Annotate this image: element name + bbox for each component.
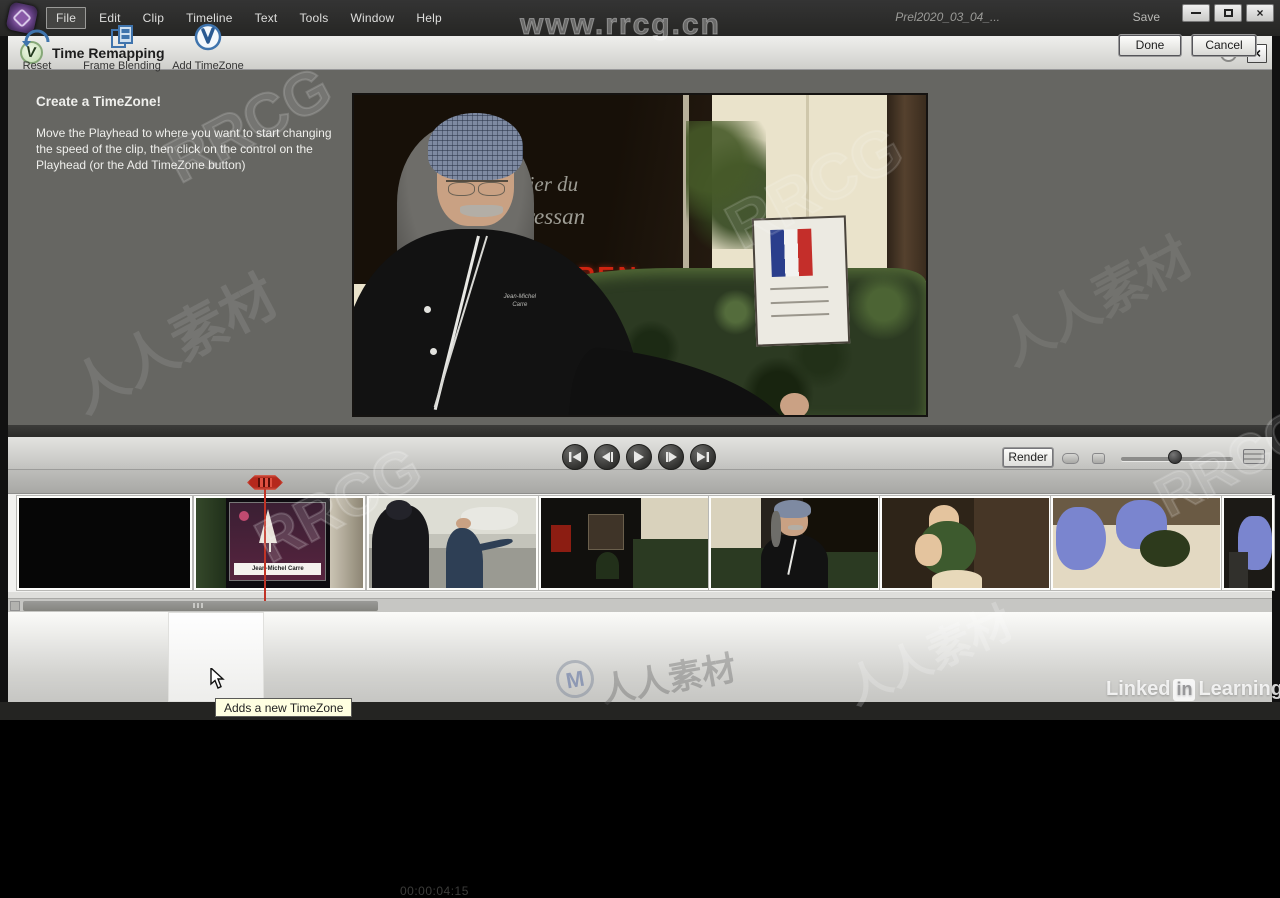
zoom-in-icon[interactable] — [1243, 449, 1265, 464]
video-preview: olatier du Bressan PEN Jean-MichelCarre — [352, 93, 928, 417]
zoom-slider-knob[interactable] — [1168, 450, 1182, 464]
filmstrip-thumbnail[interactable] — [1222, 496, 1274, 590]
step-back-button[interactable] — [594, 444, 620, 470]
zoom-out-icon[interactable] — [1062, 453, 1079, 464]
add-timezone-icon — [163, 22, 253, 52]
filmstrip-timeline: Jean-Michel Carre — [8, 494, 1274, 592]
frame-blending-icon — [72, 22, 172, 52]
add-timezone-tooltip: Adds a new TimeZone — [215, 698, 353, 717]
menu-window[interactable]: Window — [341, 8, 403, 28]
linkedin-learning-logo: Linked in Learning — [1106, 678, 1280, 701]
bottom-toolbar — [8, 612, 1272, 702]
close-icon: × — [1256, 6, 1264, 20]
timeline-ruler[interactable] — [8, 470, 1272, 494]
preview-chef-bandana — [428, 112, 523, 180]
filmstrip-scrollbar[interactable] — [8, 598, 1272, 612]
filmstrip-thumbnail[interactable]: Jean-Michel Carre — [194, 496, 365, 590]
premiere-elements-window: File Edit Clip Timeline Text Tools Windo… — [0, 0, 1280, 898]
maximize-icon — [1223, 9, 1233, 17]
mouse-cursor — [210, 666, 226, 695]
filmstrip-thumbnail[interactable] — [367, 496, 538, 590]
playhead-line — [264, 489, 266, 601]
filmstrip-thumbnail[interactable] — [539, 496, 710, 590]
menu-help[interactable]: Help — [407, 8, 450, 28]
scroll-left-button[interactable] — [10, 601, 20, 611]
minimize-button[interactable] — [1182, 4, 1210, 22]
close-window-button[interactable]: × — [1246, 4, 1274, 22]
bottom-strip — [0, 702, 1280, 720]
go-to-end-button[interactable] — [690, 444, 716, 470]
go-to-start-button[interactable] — [562, 444, 588, 470]
save-button[interactable]: Save — [1133, 10, 1160, 24]
menu-tools[interactable]: Tools — [290, 8, 337, 28]
preview-sandwich-sign — [752, 214, 851, 347]
render-button[interactable]: Render — [1003, 448, 1053, 467]
filmstrip-thumbnail[interactable] — [709, 496, 880, 590]
scrollbar-thumb[interactable] — [23, 601, 378, 611]
zoom-small-icon[interactable] — [1092, 453, 1105, 464]
done-button[interactable]: Done — [1119, 35, 1181, 56]
minimize-icon — [1191, 12, 1201, 14]
add-timezone-button[interactable]: Add TimeZone — [163, 22, 253, 72]
timecode-display: 00:00:04:15 — [400, 884, 469, 898]
cancel-button[interactable]: Cancel — [1192, 35, 1256, 56]
project-title: Prel2020_03_04_... — [895, 10, 1000, 24]
instructions-panel: Create a TimeZone! Move the Playhead to … — [36, 94, 336, 173]
instructions-body: Move the Playhead to where you want to s… — [36, 126, 332, 172]
filmstrip-thumbnail[interactable] — [1051, 496, 1222, 590]
filmstrip-thumbnail[interactable] — [880, 496, 1051, 590]
reset-icon — [0, 22, 82, 52]
preview-tree-trunk — [887, 95, 926, 281]
maximize-button[interactable] — [1214, 4, 1242, 22]
step-forward-button[interactable] — [658, 444, 684, 470]
frame-blending-button[interactable]: Frame Blending — [72, 22, 172, 72]
filmstrip-thumbnail[interactable] — [17, 496, 192, 590]
reset-button[interactable]: Reset — [0, 22, 82, 72]
play-button[interactable] — [626, 444, 652, 470]
french-flag — [770, 228, 814, 277]
instructions-heading: Create a TimeZone! — [36, 94, 162, 109]
linkedin-in-icon: in — [1173, 678, 1196, 701]
